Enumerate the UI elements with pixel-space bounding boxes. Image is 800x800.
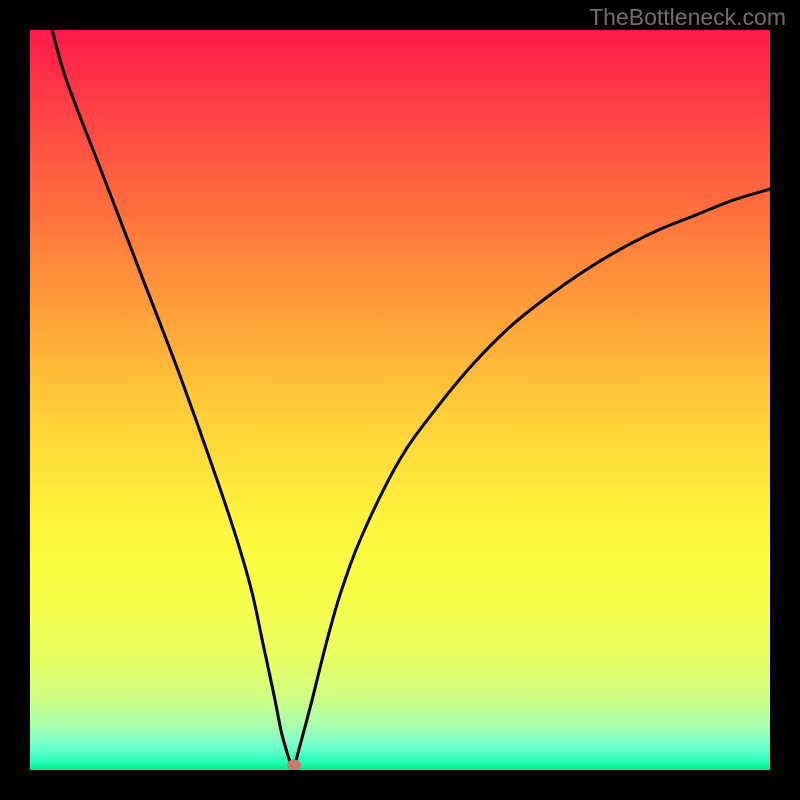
- curve-path: [52, 30, 770, 770]
- watermark-text: TheBottleneck.com: [589, 4, 786, 31]
- curve-svg: [30, 30, 770, 770]
- marker-dot: [287, 759, 301, 770]
- plot-area: [30, 30, 770, 770]
- chart-frame: TheBottleneck.com: [0, 0, 800, 800]
